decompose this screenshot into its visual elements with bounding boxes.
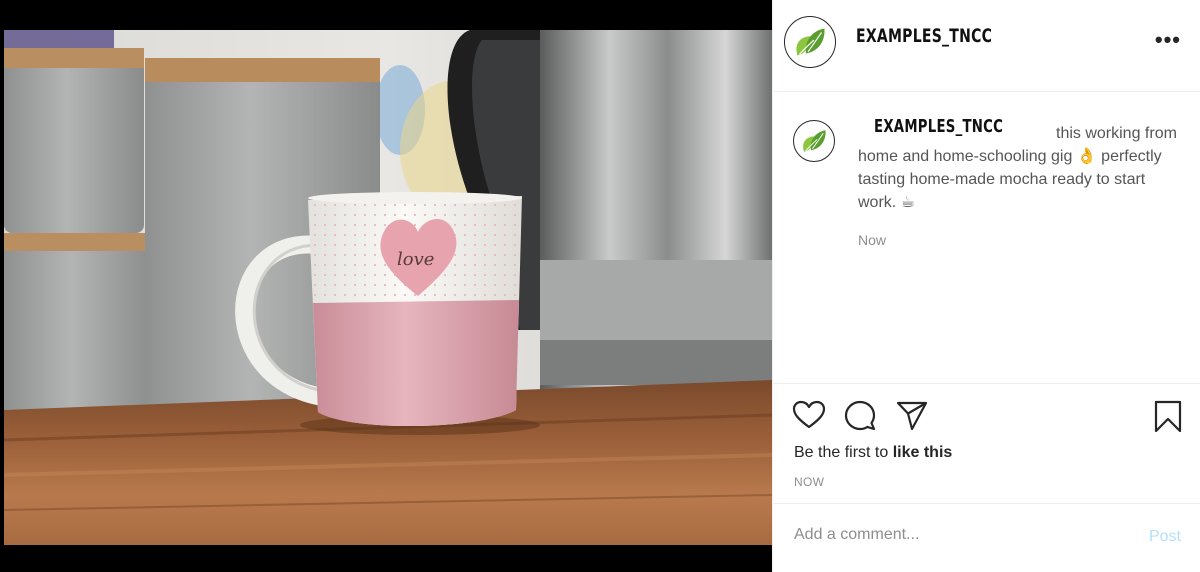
caption-text: this working from home and home-schoolin… [858, 122, 1178, 214]
comment-input[interactable] [794, 526, 1124, 544]
more-horizontal-icon[interactable]: ••• [1155, 29, 1181, 51]
likes-prefix: Be the first to [794, 444, 893, 461]
caption-section: EXAMPLES_TNCC this working from home and… [773, 92, 1200, 384]
avatar[interactable] [784, 16, 836, 68]
svg-text:love: love [397, 249, 434, 270]
post-sidebar: EXAMPLES_TNCC ••• EXAMPLES_TNCC this wor… [772, 0, 1200, 572]
likes-summary: Be the first to like this [794, 444, 952, 462]
bookmark-icon[interactable] [1153, 400, 1183, 434]
comment-bar: Post [773, 504, 1200, 572]
caption-timestamp: Now [858, 232, 887, 248]
caption-avatar[interactable] [793, 120, 835, 162]
leaf-logo-icon [803, 130, 826, 152]
post-image[interactable]: love [0, 0, 772, 572]
comment-icon[interactable] [844, 400, 876, 432]
heart-icon[interactable] [792, 400, 826, 430]
post-header: EXAMPLES_TNCC ••• [773, 0, 1200, 92]
post-timestamp: NOW [794, 475, 825, 489]
coffee-emoji: ☕ [900, 194, 916, 211]
action-bar: Be the first to like this NOW [773, 384, 1200, 504]
leaf-logo-icon [796, 28, 825, 56]
share-icon[interactable] [895, 400, 929, 432]
ok-hand-emoji: 👌 [1076, 148, 1097, 165]
post-username[interactable]: EXAMPLES_TNCC [856, 25, 992, 47]
mug-photo: love [0, 0, 772, 572]
post-comment-button[interactable]: Post [1149, 528, 1181, 546]
like-this-link[interactable]: like this [893, 444, 953, 461]
